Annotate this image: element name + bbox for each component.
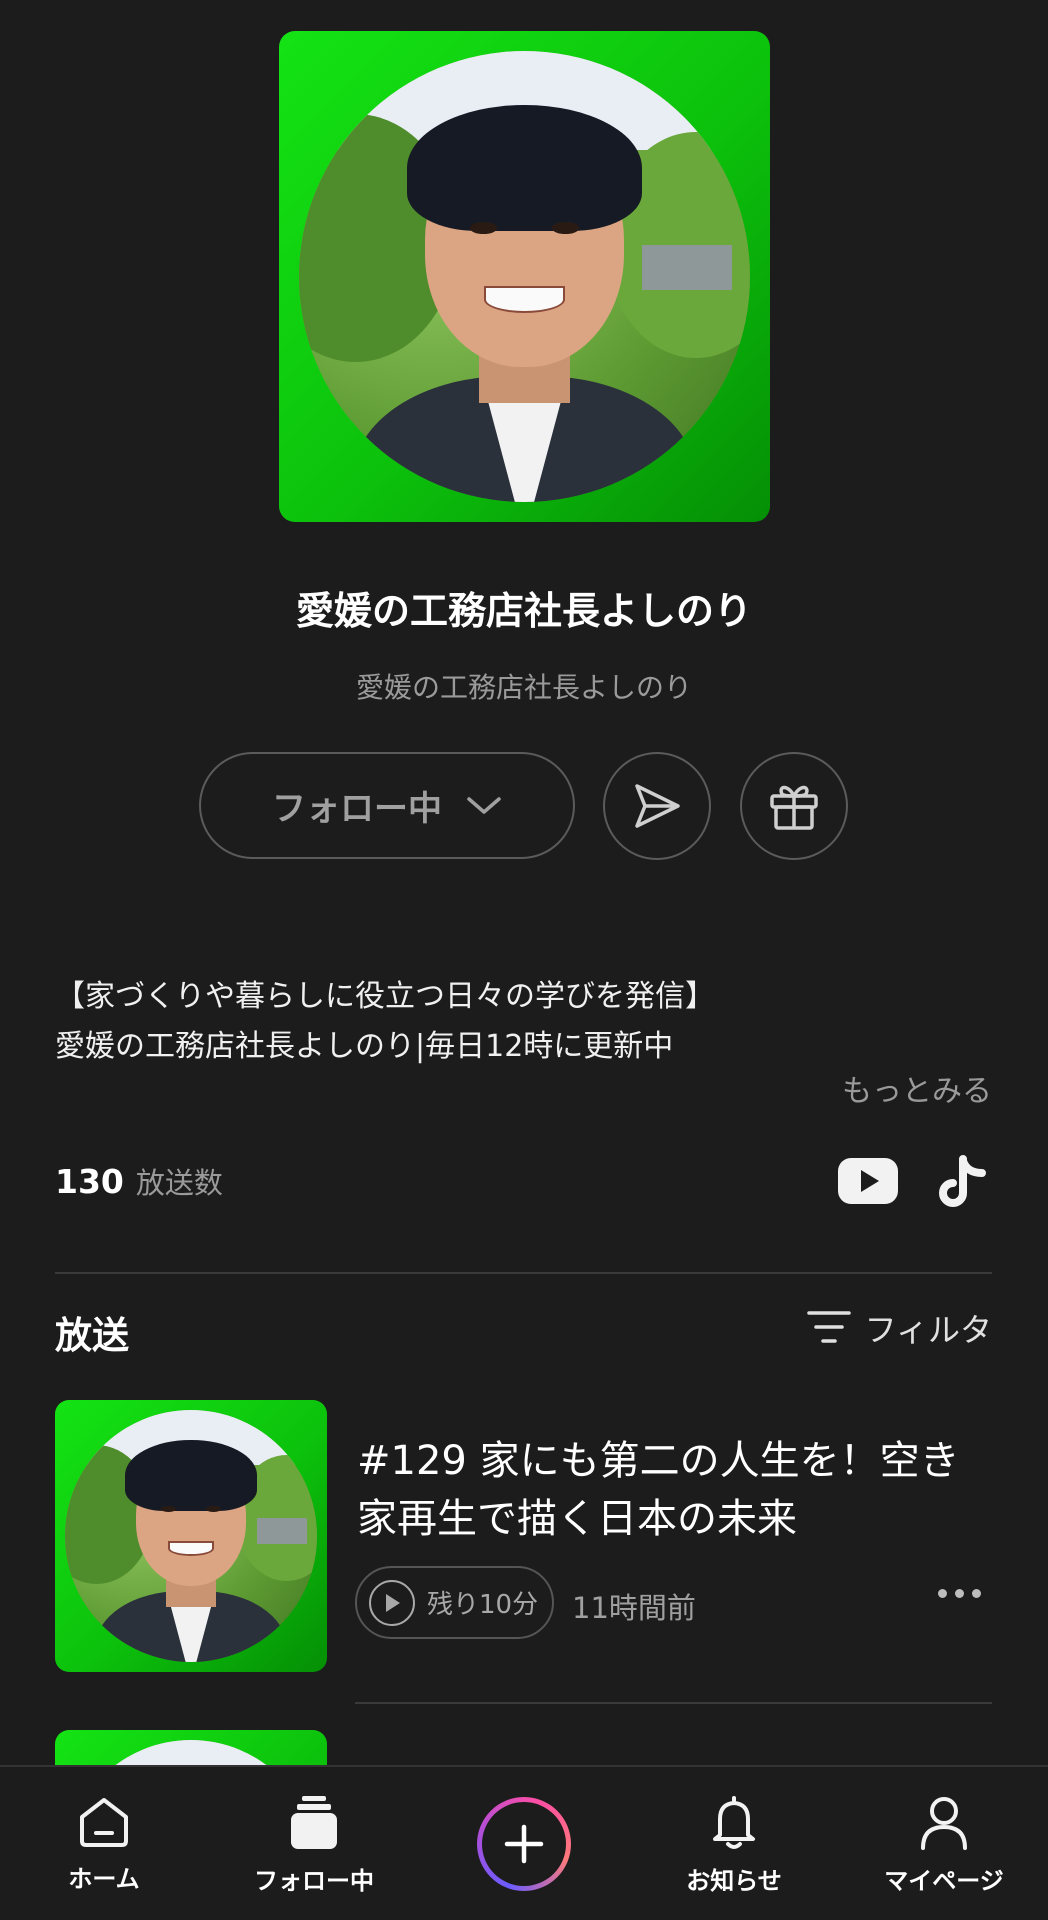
channel-title: 愛媛の工務店社長よしのり	[295, 589, 752, 633]
play-remaining-button[interactable]: 残り10分	[355, 1566, 555, 1639]
nav-following[interactable]: フォロー中	[224, 1767, 404, 1920]
nav-home-label: ホーム	[68, 1865, 140, 1893]
read-more-link[interactable]: もっとみる	[842, 1066, 992, 1110]
bottom-navigation: ホーム フォロー中 お知らせ マイページ	[0, 1765, 1048, 1920]
plus-icon	[504, 1824, 544, 1864]
host-portrait	[299, 51, 750, 502]
episode-title[interactable]: #129 家にも第二の人生を！空き家再生で描く日本の未来	[357, 1432, 997, 1548]
create-button[interactable]	[477, 1797, 571, 1891]
user-icon	[921, 1797, 967, 1850]
host-portrait	[65, 1410, 317, 1662]
nav-mypage-label: マイページ	[884, 1867, 1004, 1895]
nav-notifications[interactable]: お知らせ	[644, 1767, 824, 1920]
play-icon	[369, 1579, 415, 1626]
send-icon	[635, 784, 680, 828]
broadcast-count: 130 放送数	[55, 1160, 223, 1202]
youtube-icon[interactable]	[838, 1158, 898, 1208]
filter-label: フィルタ	[864, 1311, 992, 1349]
follow-button[interactable]: フォロー中	[199, 752, 575, 859]
nav-home[interactable]: ホーム	[14, 1767, 194, 1920]
chevron-down-icon	[467, 796, 501, 814]
gift-icon	[770, 785, 818, 830]
divider	[355, 1702, 992, 1704]
description-line: 【家づくりや暮らしに役立つ日々の学びを発信】	[55, 979, 715, 1014]
channel-cover-art	[279, 31, 770, 522]
channel-description: 【家づくりや暮らしに役立つ日々の学びを発信】 愛媛の工務店社長よしのり|毎日12…	[55, 972, 995, 1072]
nav-notifications-label: お知らせ	[686, 1867, 782, 1895]
follow-button-label: フォロー中	[272, 789, 442, 829]
filter-button[interactable]: フィルタ	[806, 1305, 992, 1351]
episode-time-ago: 11時間前	[572, 1591, 696, 1625]
tiktok-icon[interactable]	[936, 1155, 990, 1215]
broadcast-count-label: 放送数	[135, 1166, 223, 1200]
channel-subtitle: 愛媛の工務店社長よしのり	[355, 671, 692, 704]
share-button[interactable]	[603, 752, 711, 860]
nav-following-label: フォロー中	[254, 1867, 374, 1895]
gift-button[interactable]	[740, 752, 848, 860]
divider	[55, 1272, 992, 1274]
episode-thumbnail[interactable]	[55, 1400, 327, 1672]
stack-icon	[291, 1796, 337, 1849]
bell-icon	[713, 1796, 755, 1849]
more-icon[interactable]	[938, 1589, 981, 1598]
remaining-time: 残り10分	[427, 1590, 539, 1620]
nav-mypage[interactable]: マイページ	[854, 1767, 1034, 1920]
home-icon	[80, 1798, 128, 1847]
filter-icon	[806, 1311, 851, 1343]
description-line: 愛媛の工務店社長よしのり|毎日12時に更新中	[55, 1029, 674, 1064]
broadcast-count-value: 130	[55, 1162, 124, 1201]
broadcasts-title: 放送	[55, 1314, 129, 1357]
